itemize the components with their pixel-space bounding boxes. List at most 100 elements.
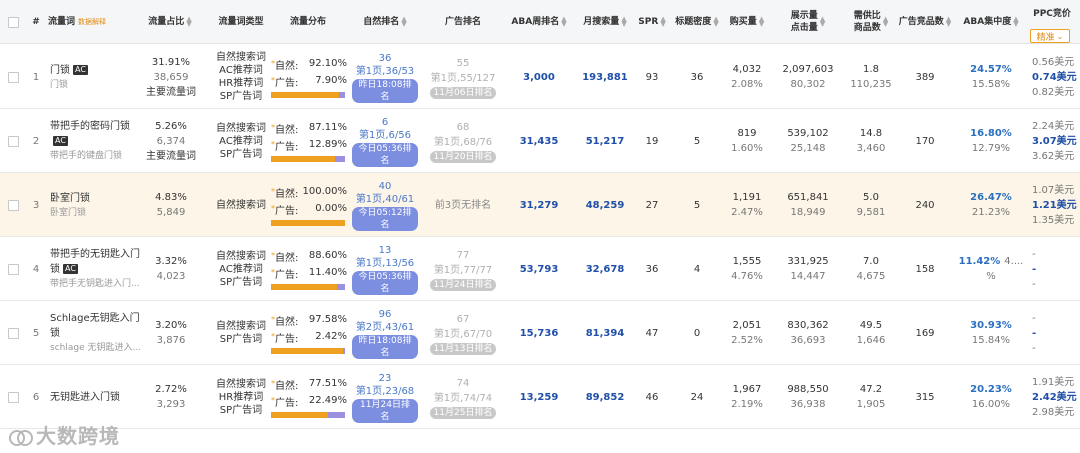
ppc-high: -: [1032, 278, 1036, 290]
supply-demand-ratio: 1.8: [863, 64, 879, 75]
traffic-share: 2.72%: [155, 384, 187, 395]
keyword[interactable]: Schlage无钥匙入门锁: [50, 311, 142, 341]
header-ad-rank: 广告排名: [444, 17, 481, 27]
table-row[interactable]: 6 无钥匙进入门锁 2.72% 3,293 自然搜索词 HR推荐词 SP广告词 *自…: [0, 365, 1080, 429]
row-index: 4: [32, 263, 40, 275]
traffic-share: 3.32%: [155, 256, 187, 267]
row-checkbox[interactable]: [0, 45, 26, 109]
natural-pct: 92.10%: [308, 57, 347, 69]
purchases: 4,032: [732, 64, 762, 75]
row-checkbox[interactable]: [0, 109, 26, 173]
keyword-type-tag: SP广告词: [219, 148, 263, 160]
main-traffic-label: 主要流量词: [146, 86, 196, 98]
ad-rank-time-pill: 11月13日排名: [429, 342, 497, 355]
purchase-rate: 1.60%: [731, 143, 763, 154]
natural-rank-page: 第1页,36/53: [355, 65, 415, 77]
aba-rank: 15,736: [519, 327, 559, 339]
ad-competitors: 389: [915, 71, 935, 83]
purchases: 1,191: [732, 192, 762, 203]
keyword-translation: schlage 无钥匙进入...: [50, 343, 142, 353]
header-title-density[interactable]: 标题密度 ▲ ▼: [668, 0, 726, 44]
keyword[interactable]: 带把手的密码门锁AC: [50, 119, 142, 149]
keyword-type-tag: SP广告词: [219, 91, 263, 102]
row-index: 2: [32, 135, 40, 147]
ad-rank-time-pill: 11月25日排名: [429, 406, 497, 419]
header-natural-rank[interactable]: 自然排名 ▲ ▼: [352, 0, 418, 44]
ad-label: 广告:: [275, 205, 299, 217]
keyword-type-tag: SP广告词: [219, 276, 263, 288]
natural-rank-page: 第1页,40/61: [355, 193, 415, 205]
spr-value: 47: [645, 327, 659, 339]
row-checkbox[interactable]: [0, 237, 26, 301]
table-row[interactable]: 5 Schlage无钥匙入门锁 schlage 无钥匙进入... 3.20% 3…: [0, 301, 1080, 365]
keyword-type-tag: 自然搜索词: [216, 321, 266, 332]
ad-competitors: 170: [915, 135, 935, 147]
keyword[interactable]: 无钥匙进入门锁: [50, 390, 120, 405]
supply-demand-ratio: 5.0: [863, 192, 879, 203]
ppc-low: -: [1032, 312, 1036, 324]
traffic-share: 5.26%: [155, 120, 187, 132]
purchase-rate: 4.76%: [731, 271, 763, 282]
aba-concentration-2: 15.84%: [971, 335, 1011, 346]
traffic-dist-bar: [271, 411, 345, 418]
traffic-dist-bar: [271, 155, 345, 162]
ad-rank-value: 77: [456, 249, 470, 261]
natural-pct: 88.60%: [308, 249, 347, 261]
header-aba-concentration[interactable]: ABA集中度 ▲ ▼: [958, 0, 1024, 44]
table-row[interactable]: 1 门锁 AC 门锁 31.91% 38,659 主要流量词 自然搜索词 AC推荐词…: [0, 45, 1080, 109]
header-monthly-search[interactable]: 月搜索量 ▲ ▼: [573, 0, 637, 44]
natural-rank-value: 6: [381, 116, 389, 128]
header-spr[interactable]: SPR ▲ ▼: [635, 0, 669, 44]
header-supply-demand[interactable]: 需供比 商品数 ▲ ▼: [844, 0, 898, 44]
ad-rank-page: 第1页,55/127: [430, 72, 496, 84]
purchase-rate: 2.08%: [731, 79, 763, 90]
row-index: 5: [32, 327, 40, 339]
natural-rank-time-pill: 今日05:36排名: [352, 142, 418, 167]
aba-concentration-2: 12.79%: [971, 143, 1011, 154]
data-explain-link[interactable]: 数据解释: [78, 16, 106, 28]
ad-rank-page: 第1页,77/77: [433, 264, 493, 276]
header-purchases[interactable]: 购买量 ▲ ▼: [722, 0, 772, 44]
row-checkbox[interactable]: [0, 173, 26, 237]
keyword[interactable]: 门锁 AC: [50, 63, 88, 78]
supply-demand-ratio: 7.0: [863, 256, 879, 267]
row-index: 3: [32, 199, 40, 211]
table-row[interactable]: 3 卧室门锁 卧室门锁 4.83% 5,849 自然搜索词 *自然: 100.00…: [0, 173, 1080, 237]
sort-icon: ▲ ▼: [401, 15, 407, 28]
aba-concentration: 20.23%: [970, 384, 1012, 395]
ad-rank-value: 74: [456, 377, 470, 389]
aba-concentration-2: 21.23%: [971, 207, 1011, 218]
sort-icon: ▲ ▼: [882, 15, 889, 28]
table-row[interactable]: 4 带把手的无钥匙入门锁 AC 带把手无钥匙进入门... 3.32% 4,023 …: [0, 237, 1080, 301]
impressions: 830,362: [787, 320, 829, 331]
ad-competitors: 240: [915, 199, 935, 211]
row-checkbox[interactable]: [0, 301, 26, 365]
ppc-match-select[interactable]: 精准 ⌄: [1030, 29, 1070, 43]
table-row[interactable]: 2 带把手的密码门锁AC 带把手的键盘门锁 5.26% 6,374 主要流量词 …: [0, 109, 1080, 173]
traffic-count: 5,849: [156, 207, 186, 218]
purchases: 1,555: [732, 256, 762, 267]
keyword-type-tag: AC推荐词: [219, 65, 263, 76]
purchase-rate: 2.47%: [731, 207, 763, 218]
header-impressions-clicks[interactable]: 展示量 点击量 ▲ ▼: [780, 0, 836, 44]
natural-label: 自然:: [275, 188, 299, 200]
title-density: 36: [690, 71, 704, 83]
keyword-type-tag: AC推荐词: [219, 263, 263, 275]
keyword[interactable]: 卧室门锁: [50, 191, 90, 206]
keyword-type-tag: AC推荐词: [219, 135, 263, 147]
aba-rank: 31,435: [519, 135, 559, 147]
header-aba-rank[interactable]: ABA周排名 ▲ ▼: [503, 0, 575, 44]
monthly-search: 81,394: [585, 327, 625, 339]
header-keyword-type: 流量词类型: [218, 17, 264, 27]
natural-label: 自然:: [275, 316, 299, 328]
header-ad-competitors[interactable]: 广告竞品数 ▲ ▼: [894, 0, 956, 44]
clicks: 25,148: [790, 143, 826, 154]
header-traffic-share[interactable]: 流量占比 ▲ ▼: [140, 0, 200, 44]
keyword-translation: 带把手无钥匙进入门...: [50, 279, 140, 289]
ad-label: 广告:: [275, 77, 299, 89]
watermark-icon: [9, 430, 33, 446]
traffic-share: 31.91%: [151, 56, 191, 68]
clicks: 14,447: [790, 271, 826, 282]
select-all-checkbox[interactable]: [0, 0, 26, 44]
keyword[interactable]: 带把手的无钥匙入门锁 AC: [50, 247, 142, 277]
